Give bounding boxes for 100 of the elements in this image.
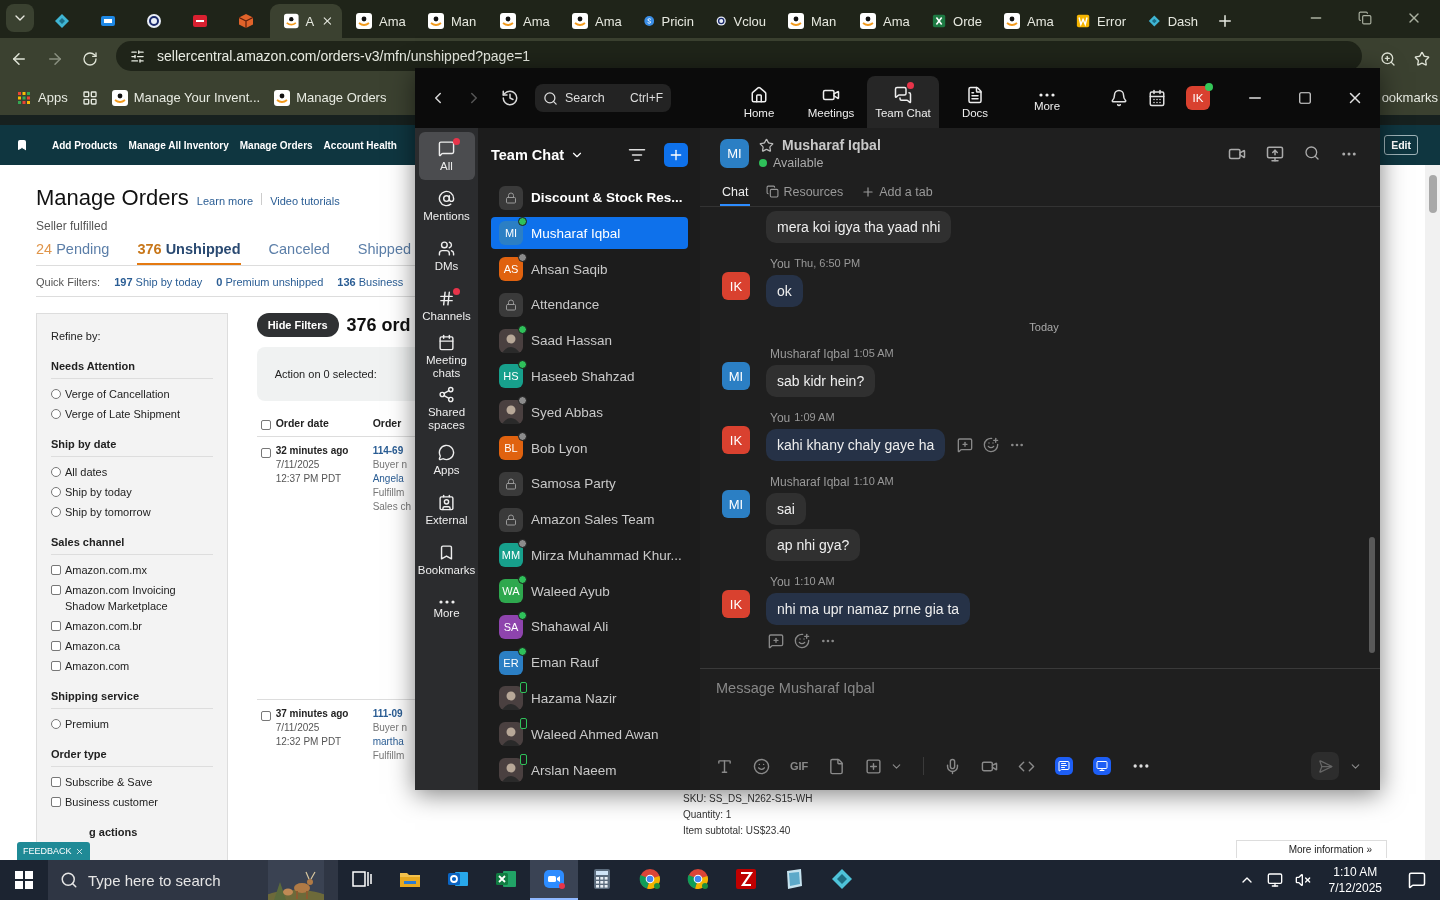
quick-filter-link[interactable]: 0 Premium unshipped bbox=[216, 276, 324, 288]
bookmarks-label[interactable]: ookmarks bbox=[1381, 90, 1438, 105]
share-screen-icon[interactable] bbox=[1266, 144, 1284, 163]
bell-icon[interactable] bbox=[1110, 89, 1128, 107]
maximize-icon[interactable] bbox=[1298, 91, 1312, 105]
filter-option-label[interactable]: Premium bbox=[65, 716, 109, 732]
filter-option-label[interactable]: Business customer bbox=[65, 794, 158, 810]
chat-item[interactable]: ER Eman Rauf bbox=[491, 646, 688, 679]
bookmark-item[interactable]: Manage Orders bbox=[274, 89, 387, 106]
sidebar-item[interactable]: Mentions bbox=[418, 182, 475, 230]
filter-option-label[interactable]: Amazon.com.br bbox=[65, 618, 143, 634]
radio-button[interactable] bbox=[51, 389, 61, 399]
orders-tab[interactable]: Canceled bbox=[268, 241, 330, 265]
browser-icon[interactable] bbox=[686, 867, 710, 891]
search-field[interactable]: Search Ctrl+F bbox=[535, 84, 671, 112]
browser-tab[interactable]: Ama bbox=[558, 4, 630, 38]
chat-item[interactable]: MI Musharaf Iqbal bbox=[491, 217, 688, 250]
sidebar-item[interactable]: DMs bbox=[418, 232, 475, 280]
checkbox[interactable] bbox=[51, 621, 61, 631]
nav-tab[interactable]: Meetings bbox=[795, 76, 867, 128]
chat-app-icon[interactable] bbox=[1055, 757, 1074, 775]
sidebar-item[interactable]: Meeting chats bbox=[418, 332, 475, 382]
radio-button[interactable] bbox=[51, 487, 61, 497]
zoom-icon[interactable] bbox=[1380, 51, 1396, 67]
taskbar-search-field[interactable]: Type here to search bbox=[48, 860, 338, 900]
browser-tab[interactable]: Dash bbox=[1134, 4, 1206, 38]
order-detail[interactable]: Angela bbox=[372, 473, 411, 484]
sidebar-item[interactable]: More bbox=[418, 586, 475, 634]
back-icon[interactable] bbox=[10, 50, 28, 68]
filter-option-label[interactable]: Amazon.com bbox=[65, 658, 130, 674]
checkbox[interactable] bbox=[51, 565, 61, 575]
restore-icon[interactable] bbox=[1358, 11, 1372, 25]
nav-tab[interactable]: Docs bbox=[939, 76, 1011, 128]
order-detail[interactable]: martha bbox=[372, 736, 408, 747]
filter-option-label[interactable]: Amazon.com Invoicing Shadow Marketplace bbox=[65, 582, 213, 614]
chat-item[interactable]: BL Bob Lyon bbox=[491, 432, 688, 464]
star-icon[interactable] bbox=[759, 137, 774, 153]
nav-link[interactable]: Manage All Inventory bbox=[128, 139, 229, 151]
bookmark-item[interactable]: Manage Your Invent... bbox=[111, 89, 261, 106]
site-settings-icon[interactable] bbox=[130, 48, 145, 64]
feedback-button[interactable]: FEEDBACK bbox=[17, 842, 90, 860]
tab-search-button[interactable] bbox=[6, 4, 34, 32]
scrollbar[interactable] bbox=[1425, 165, 1440, 860]
screen-app-icon[interactable] bbox=[1093, 757, 1112, 775]
orders-tab[interactable]: Shipped bbox=[357, 241, 412, 265]
checkbox[interactable] bbox=[260, 448, 271, 458]
user-avatar[interactable]: IK bbox=[1186, 86, 1210, 110]
radio-button[interactable] bbox=[51, 719, 61, 729]
close-icon[interactable] bbox=[321, 14, 334, 28]
chat-item[interactable]: HS Haseeb Shahzad bbox=[491, 360, 688, 393]
reply-icon[interactable] bbox=[768, 633, 784, 649]
new-chat-button[interactable] bbox=[664, 142, 688, 167]
browser-tab[interactable]: Ama bbox=[486, 4, 558, 38]
browser-tab[interactable]: Man bbox=[414, 4, 486, 38]
orders-tab[interactable]: 24 Pending bbox=[36, 241, 110, 265]
nav-link[interactable]: Manage Orders bbox=[239, 139, 313, 151]
history-icon[interactable] bbox=[501, 89, 519, 107]
chat-item[interactable]: SA Shahawal Ali bbox=[491, 611, 688, 643]
address-bar[interactable]: sellercentral.amazon.com/orders-v3/mfn/unshipped?page=1 bbox=[116, 41, 1362, 71]
calendar-icon[interactable] bbox=[1148, 89, 1166, 107]
filter-option-label[interactable]: Amazon.ca bbox=[65, 638, 121, 654]
edit-button[interactable]: Edit bbox=[1384, 135, 1418, 155]
filter-option-label[interactable]: Amazon.com.mx bbox=[65, 562, 147, 578]
order-id-link[interactable]: 114-69 bbox=[372, 445, 411, 456]
checkbox[interactable] bbox=[51, 797, 61, 807]
browser-tab[interactable]: Orde bbox=[918, 4, 990, 38]
sidebar-item[interactable]: All bbox=[418, 132, 475, 180]
chat-item[interactable]: Attendance bbox=[491, 289, 688, 321]
list-title[interactable]: Team Chat bbox=[491, 146, 585, 163]
browser-tab[interactable]: Ama bbox=[342, 4, 414, 38]
screenshot-icon[interactable] bbox=[865, 757, 883, 775]
network-icon[interactable] bbox=[1266, 872, 1283, 888]
quick-filter-link[interactable]: 136 Business bbox=[337, 276, 404, 288]
checkbox[interactable] bbox=[51, 641, 61, 651]
file-icon[interactable] bbox=[828, 757, 846, 775]
search-icon[interactable] bbox=[1304, 144, 1320, 161]
browser-tab[interactable]: Ama bbox=[990, 4, 1062, 38]
quick-filter-link[interactable]: 197 Ship by today bbox=[114, 276, 203, 288]
nav-tab[interactable]: Team Chat bbox=[867, 76, 939, 128]
filter-option-label[interactable]: Subscribe & Save bbox=[65, 774, 153, 790]
chat-item[interactable]: Hazama Nazir bbox=[491, 682, 688, 715]
video-tutorials-link[interactable]: Video tutorials bbox=[270, 195, 340, 207]
gif-button[interactable]: GIF bbox=[790, 760, 809, 772]
orders-tab[interactable]: 376 Unshipped bbox=[137, 241, 241, 265]
bookmark-item[interactable]: Apps bbox=[16, 89, 68, 106]
browser-tab[interactable]: Ama bbox=[846, 4, 918, 38]
clock[interactable]: 1:10 AM 7/12/2025 bbox=[1328, 864, 1382, 896]
order-id-link[interactable]: 111-09 bbox=[372, 708, 408, 719]
hide-filters-button[interactable]: Hide Filters bbox=[256, 313, 339, 337]
checkbox[interactable] bbox=[260, 420, 271, 430]
filter-option-label[interactable]: Ship by tomorrow bbox=[65, 504, 151, 520]
bookmark-icon[interactable] bbox=[16, 139, 28, 151]
format-icon[interactable] bbox=[716, 757, 733, 775]
checkbox[interactable] bbox=[51, 661, 61, 671]
browser-icon[interactable] bbox=[638, 867, 662, 891]
radio-button[interactable] bbox=[51, 507, 61, 517]
filter-option-label[interactable]: Ship by today bbox=[65, 484, 132, 500]
nav-link[interactable]: Add Products bbox=[52, 139, 118, 151]
nav-tab[interactable]: Home bbox=[723, 76, 795, 128]
diamond-icon[interactable] bbox=[830, 867, 854, 891]
